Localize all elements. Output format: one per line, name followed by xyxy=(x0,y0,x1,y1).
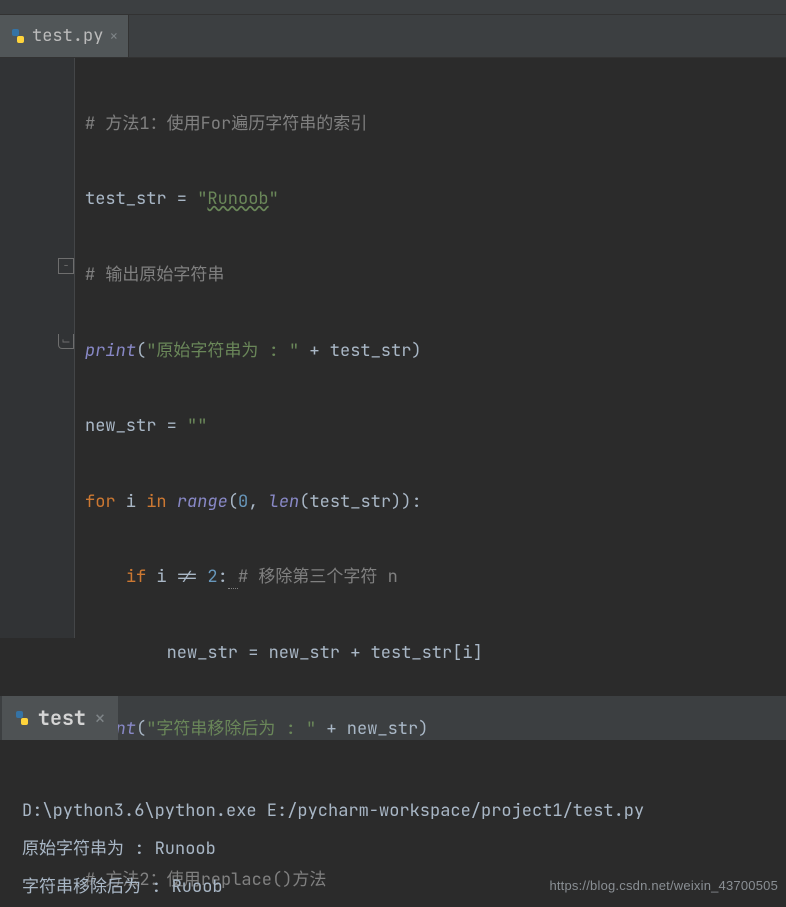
code-text: ( xyxy=(136,340,146,362)
watermark-text: https://blog.csdn.net/weixin_43700505 xyxy=(549,878,778,893)
python-run-icon xyxy=(14,710,30,726)
code-keyword: in xyxy=(146,491,166,513)
code-string: Runoob xyxy=(207,188,268,210)
code-builtin: print xyxy=(85,340,136,362)
gutter: − ⌙ xyxy=(0,58,75,638)
code-text: new_str = xyxy=(85,415,187,437)
code-text: test_str = xyxy=(85,188,197,210)
run-tab-test[interactable]: test × xyxy=(2,696,118,740)
fold-minus-icon[interactable]: − xyxy=(58,258,74,274)
code-text: + new_str) xyxy=(316,718,428,740)
tab-test-py[interactable]: test.py × xyxy=(0,15,129,57)
editor-area: − ⌙ # 方法1：使用For遍历字符串的索引 test_str = "Runo… xyxy=(0,57,786,638)
fold-end-icon[interactable]: ⌙ xyxy=(58,334,74,349)
code-text: i != xyxy=(146,566,207,588)
code-number: 2 xyxy=(207,566,217,588)
code-comment: # 方法1：使用For遍历字符串的索引 xyxy=(85,113,367,135)
code-text xyxy=(167,491,177,513)
editor-tab-bar: test.py × xyxy=(0,15,786,57)
code-builtin: len xyxy=(269,491,300,513)
code-comment: # 移除第三个字符 n xyxy=(238,566,398,588)
code-text: , xyxy=(248,491,268,513)
code-comment: # 输出原始字符串 xyxy=(85,264,224,286)
console-line: 字符串移除后为 : Ruoob xyxy=(22,876,223,898)
code-text: ( xyxy=(228,491,238,513)
python-file-icon xyxy=(10,28,26,44)
code-number: 0 xyxy=(238,491,248,513)
console-line: D:\python3.6\python.exe E:/pycharm-works… xyxy=(22,800,644,822)
console-line: 原始字符串为 : Runoob xyxy=(22,838,216,860)
close-icon[interactable]: × xyxy=(94,705,106,731)
code-keyword: if xyxy=(126,566,146,588)
code-string: "字符串移除后为 : " xyxy=(146,718,316,740)
code-string: "原始字符串为 : " xyxy=(146,340,299,362)
code-string: " xyxy=(269,188,279,210)
code-text: + test_str) xyxy=(299,340,421,362)
run-tab-label: test xyxy=(38,705,86,731)
code-text: : xyxy=(218,566,228,588)
code-text: i xyxy=(116,491,147,513)
code-text: ( xyxy=(136,718,146,740)
code-keyword: for xyxy=(85,491,116,513)
code-editor[interactable]: # 方法1：使用For遍历字符串的索引 test_str = "Runoob" … xyxy=(75,58,786,638)
code-builtin: range xyxy=(177,491,228,513)
window-top-strip xyxy=(0,0,786,15)
code-warn xyxy=(228,566,238,589)
code-string: "" xyxy=(187,415,207,437)
code-text: new_str = new_str + test_str[i] xyxy=(167,642,483,664)
close-icon[interactable]: × xyxy=(109,26,118,46)
tab-label: test.py xyxy=(32,25,103,47)
code-text: (test_str)): xyxy=(299,491,421,513)
code-indent xyxy=(85,642,167,664)
code-indent xyxy=(85,566,126,588)
code-string: " xyxy=(197,188,207,210)
